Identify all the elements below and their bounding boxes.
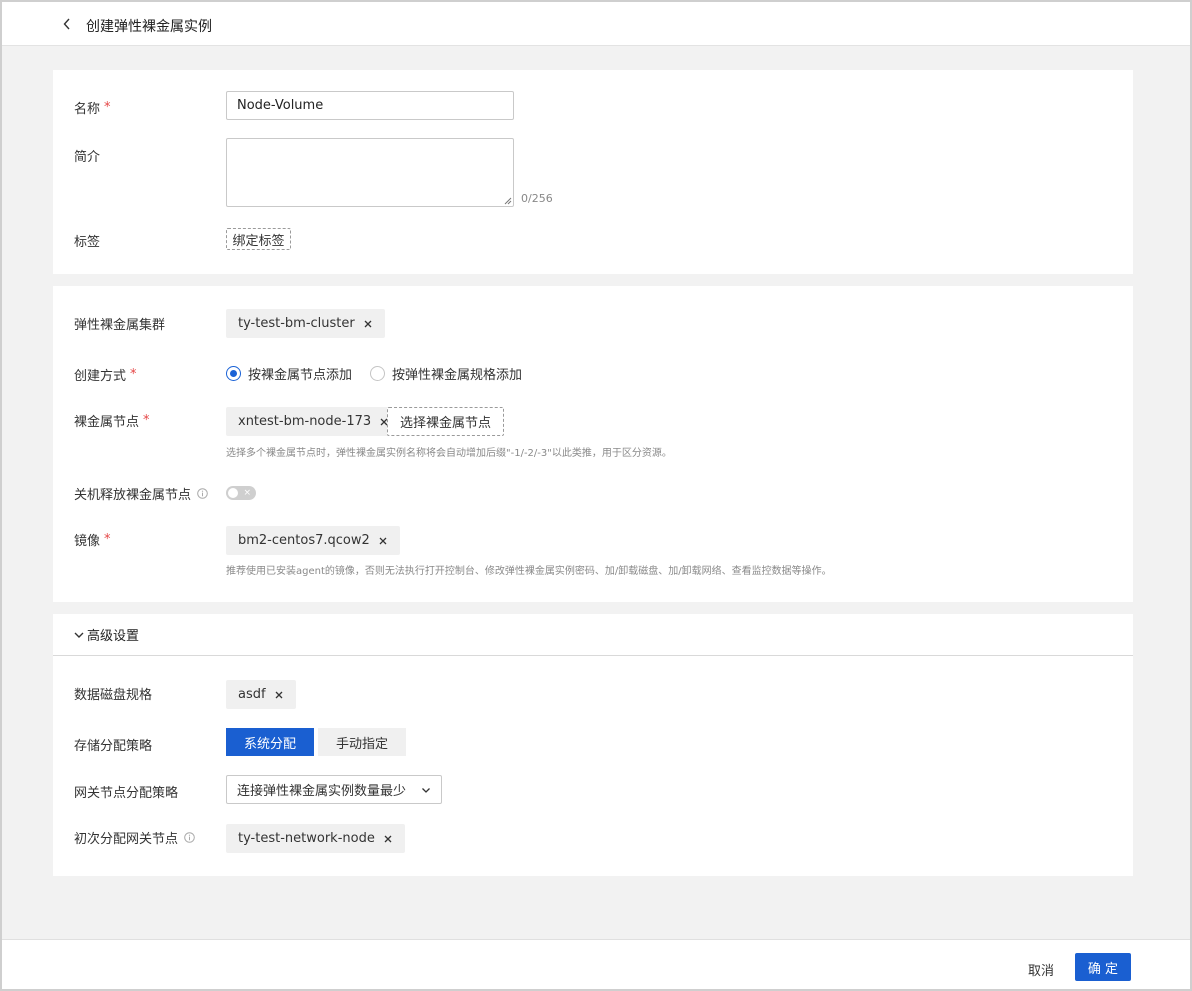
advanced-card: 高级设置 数据磁盘规格 asdf 存储分配策略 系统分配 手动指定 网关节点分配… [53, 614, 1133, 876]
gateway-policy-value: 连接弹性裸金属实例数量最少 [237, 784, 407, 799]
disk-chip-text: asdf [238, 687, 266, 702]
image-field-label: 镜像 * [74, 530, 111, 549]
method-radio-node[interactable]: 按裸金属节点添加 [226, 364, 352, 383]
radio-unchecked-icon [370, 366, 386, 381]
toggle-off-icon: × [243, 488, 251, 498]
method-option-spec-text: 按弹性裸金属规格添加 [392, 368, 523, 383]
cancel-button[interactable]: 取消 [1028, 960, 1054, 979]
radio-checked-icon [226, 366, 241, 381]
image-chip: bm2-centos7.qcow2 [226, 526, 400, 555]
image-hint: 推荐使用已安装agent的镜像，否则无法执行打开控制台、修改弹性裸金属实例密码、… [226, 566, 832, 577]
method-label-text: 创建方式 [74, 369, 127, 384]
resize-handle-icon[interactable] [504, 197, 512, 205]
release-toggle[interactable]: × [226, 486, 256, 500]
back-button[interactable] [58, 14, 76, 34]
description-counter: 0/256 [521, 192, 553, 205]
storage-field-label: 存储分配策略 [74, 739, 153, 754]
gateway-node-chip: ty-test-network-node [226, 824, 405, 853]
required-marker: * [104, 532, 111, 547]
node-field-label: 裸金属节点 * [74, 411, 150, 430]
cluster-chip-text: ty-test-bm-cluster [238, 316, 355, 331]
advanced-section-title: 高级设置 [87, 629, 140, 644]
gateway-node-chip-text: ty-test-network-node [238, 831, 375, 846]
name-label-text: 名称 [74, 102, 101, 117]
cluster-field-label: 弹性裸金属集群 [74, 318, 166, 333]
method-radio-spec[interactable]: 按弹性裸金属规格添加 [370, 364, 522, 383]
gateway-node-field-label: 初次分配网关节点 [74, 828, 195, 847]
basic-info-card: 名称* 简介 0/256 标签 绑定标签 [53, 70, 1133, 274]
release-field-label: 关机释放裸金属节点 [74, 484, 208, 503]
disk-field-label: 数据磁盘规格 [74, 688, 153, 703]
gateway-policy-field-label: 网关节点分配策略 [74, 786, 179, 801]
toggle-knob [228, 488, 238, 498]
node-label-text: 裸金属节点 [74, 415, 140, 430]
chevron-down-icon [422, 787, 430, 793]
method-option-node-text: 按裸金属节点添加 [248, 368, 353, 383]
confirm-button[interactable]: 确 定 [1075, 953, 1131, 981]
node-hint: 选择多个裸金属节点时，弹性裸金属实例名称将会自动增加后缀"-1/-2/-3"以此… [226, 448, 672, 459]
name-input[interactable] [226, 91, 514, 120]
close-icon[interactable] [363, 319, 373, 329]
storage-option-system[interactable]: 系统分配 [226, 728, 315, 756]
page-header: 创建弹性裸金属实例 [2, 2, 1190, 46]
bind-tag-button[interactable]: 绑定标签 [226, 228, 291, 250]
chevron-left-icon [63, 18, 70, 30]
storage-option-manual[interactable]: 手动指定 [318, 728, 407, 756]
window-frame: 创建弹性裸金属实例 名称* 简介 0/256 标签 绑定标签 弹性裸金属集群 t… [0, 0, 1192, 991]
info-icon[interactable] [184, 832, 195, 843]
footer-bar: 取消 确 定 [2, 939, 1190, 989]
image-label-text: 镜像 [74, 534, 101, 549]
advanced-section-toggle[interactable]: 高级设置 [53, 614, 1133, 656]
chevron-down-icon [74, 632, 84, 638]
tag-field-label: 标签 [74, 235, 101, 250]
gateway-policy-select[interactable]: 连接弹性裸金属实例数量最少 [226, 775, 442, 804]
gateway-node-label-text: 初次分配网关节点 [74, 832, 179, 847]
required-marker: * [143, 413, 150, 428]
node-chip: xntest-bm-node-173 [226, 407, 402, 436]
required-marker: * [130, 367, 137, 382]
required-marker: * [104, 100, 111, 115]
disk-chip: asdf [226, 680, 296, 709]
description-textarea[interactable] [226, 138, 514, 207]
close-icon[interactable] [274, 690, 284, 700]
close-icon[interactable] [378, 536, 388, 546]
close-icon[interactable] [383, 834, 393, 844]
cluster-chip: ty-test-bm-cluster [226, 309, 385, 338]
node-chip-text: xntest-bm-node-173 [238, 414, 372, 429]
image-chip-text: bm2-centos7.qcow2 [238, 533, 370, 548]
storage-segmented-control: 系统分配 手动指定 [226, 728, 407, 756]
name-field-label: 名称 * [74, 98, 111, 117]
method-field-label: 创建方式 * [74, 365, 137, 384]
info-icon[interactable] [197, 488, 208, 499]
config-card: 弹性裸金属集群 ty-test-bm-cluster 创建方式 * 按裸金属节点添… [53, 286, 1133, 602]
page-title: 创建弹性裸金属实例 [86, 19, 212, 35]
desc-field-label: 简介 [74, 150, 101, 165]
method-radio-group: 按裸金属节点添加 按弹性裸金属规格添加 [226, 364, 540, 383]
select-node-button[interactable]: 选择裸金属节点 [387, 407, 504, 436]
release-label-text: 关机释放裸金属节点 [74, 488, 192, 503]
